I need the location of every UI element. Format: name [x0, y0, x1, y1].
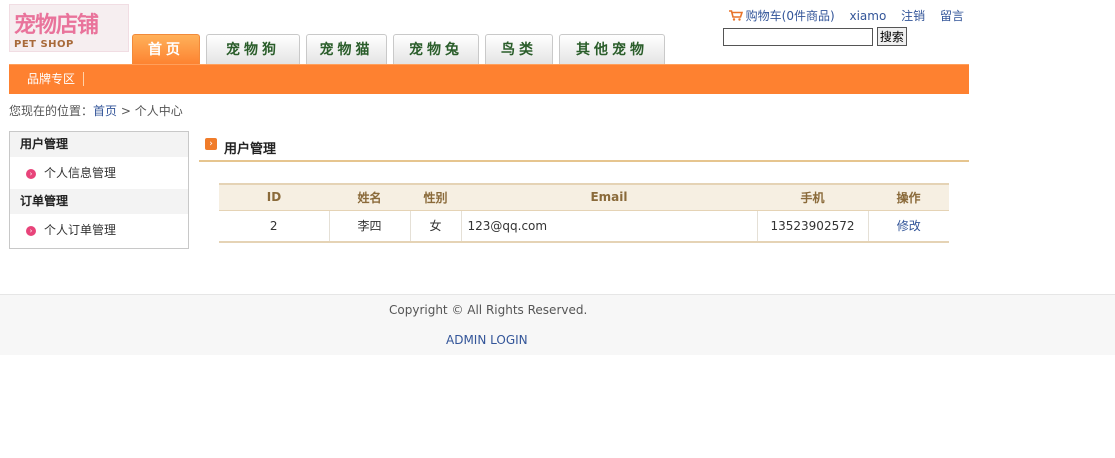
admin-login-link[interactable]: ADMIN LOGIN: [446, 333, 528, 347]
cell-name: 李四: [329, 210, 411, 243]
sidebar-heading-orders: 订单管理: [10, 189, 188, 214]
tab-birds[interactable]: 鸟类: [485, 34, 553, 64]
cart-icon: [728, 10, 743, 21]
top-links: 购物车(0件商品) xiamo 注销 留言: [728, 7, 964, 24]
tab-other-pets[interactable]: 其他宠物: [559, 34, 665, 64]
breadcrumb-current: 个人中心: [134, 104, 183, 118]
cell-email: 123@qq.com: [461, 210, 758, 243]
tab-home[interactable]: 首页: [132, 34, 200, 64]
arrow-bullet-icon: ›: [26, 226, 36, 236]
sidebar-item-profile[interactable]: › 个人信息管理: [10, 157, 188, 189]
sub-nav-bar: 品牌专区: [9, 64, 969, 94]
logout-link[interactable]: 注销: [901, 9, 925, 23]
sidebar: 用户管理 › 个人信息管理 订单管理 › 个人订单管理: [9, 131, 189, 249]
col-actions: 操作: [868, 183, 949, 211]
table-header-row: ID 姓名 性别 Email 手机 操作: [219, 183, 949, 211]
search-button[interactable]: 搜索: [876, 27, 907, 46]
user-link[interactable]: xiamo: [849, 9, 886, 23]
breadcrumb-home[interactable]: 首页: [93, 104, 117, 118]
col-name: 姓名: [329, 183, 410, 211]
section-header: › 用户管理: [199, 133, 969, 162]
table-row: 2 李四 女 123@qq.com 13523902572 修改: [219, 210, 949, 243]
sidebar-item-orders[interactable]: › 个人订单管理: [10, 214, 188, 246]
edit-link[interactable]: 修改: [897, 219, 921, 233]
search-box: 搜索: [723, 27, 907, 46]
brand-zone-link[interactable]: 品牌专区: [19, 72, 85, 86]
col-phone: 手机: [757, 183, 868, 211]
cell-actions: 修改: [868, 210, 949, 243]
site-logo[interactable]: 宠物店铺 PET SHOP: [9, 4, 129, 52]
tab-cats[interactable]: 宠物猫: [306, 34, 387, 64]
message-link[interactable]: 留言: [940, 9, 964, 23]
col-email: Email: [461, 183, 757, 211]
logo-en-text: PET SHOP: [14, 39, 74, 50]
col-gender: 性别: [410, 183, 461, 211]
sidebar-heading-user: 用户管理: [10, 132, 188, 157]
tab-dogs[interactable]: 宠物狗: [206, 34, 300, 64]
copyright-text: Copyright © All Rights Reserved.: [389, 303, 588, 317]
user-table: ID 姓名 性别 Email 手机 操作 2 李四 女 123@qq.com 1…: [219, 183, 949, 243]
cart-link[interactable]: 购物车(0件商品): [728, 9, 839, 23]
section-title: 用户管理: [224, 142, 277, 157]
footer: Copyright © All Rights Reserved. ADMIN L…: [0, 294, 1115, 355]
arrow-bullet-icon: ›: [26, 169, 36, 179]
logo-cn-text: 宠物店铺: [14, 12, 99, 38]
breadcrumb: 您现在的位置：首页 > 个人中心: [9, 102, 183, 119]
search-input[interactable]: [723, 27, 873, 46]
section-arrow-icon: ›: [205, 138, 217, 150]
sidebar-item-label: 个人信息管理: [44, 166, 117, 180]
cell-gender: 女: [410, 210, 462, 243]
sidebar-item-label: 个人订单管理: [44, 223, 117, 237]
breadcrumb-prefix: 您现在的位置：: [9, 104, 94, 118]
cell-id: 2: [219, 210, 330, 243]
cart-label: 购物车(0件商品): [745, 9, 835, 23]
col-id: ID: [219, 183, 329, 211]
breadcrumb-separator: >: [120, 104, 131, 118]
cell-phone: 13523902572: [757, 210, 869, 243]
tab-rabbits[interactable]: 宠物兔: [393, 34, 479, 64]
